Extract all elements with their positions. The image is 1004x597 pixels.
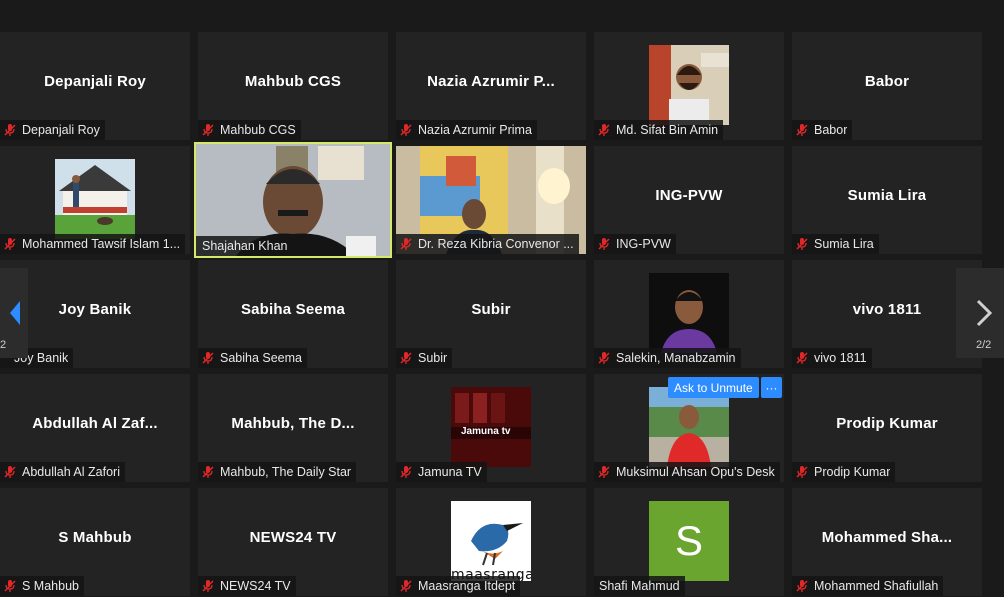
participant-name-label: S Mahbub <box>0 576 84 596</box>
participant-name-label: Jamuna TV <box>396 462 487 482</box>
participant-name-label: Babor <box>792 120 853 140</box>
jamuna-tv-logo-text: Jamuna tv <box>461 426 511 437</box>
participant-tile-s-mahbub[interactable]: S Mahbub S Mahbub <box>0 488 190 596</box>
participant-tile-ing-pvw[interactable]: ING-PVW ING-PVW <box>594 146 784 254</box>
mic-muted-icon <box>598 124 610 136</box>
jamuna-tv-logo: Jamuna tv <box>451 387 531 467</box>
participant-photo <box>649 273 729 353</box>
participant-tile-reza-kibria[interactable]: Dr. Reza Kibria Convenor ... <box>396 146 586 254</box>
participant-tile-jamuna-tv[interactable]: Jamuna tv Jamuna TV <box>396 374 586 482</box>
participant-name-label: Nazia Azrumir Prima <box>396 120 537 140</box>
participant-name-label: Mahbub, The Daily Star <box>198 462 357 482</box>
participant-tile-shafi-mahmud[interactable]: S Shafi Mahmud <box>594 488 784 596</box>
participant-tile-salekin[interactable]: Salekin, Manabzamin <box>594 260 784 368</box>
mic-muted-icon <box>796 352 808 364</box>
top-bar <box>0 0 1004 30</box>
participant-name-label: NEWS24 TV <box>198 576 296 596</box>
maasranga-logo: maasranga <box>451 501 531 581</box>
participant-name-label: Depanjali Roy <box>0 120 105 140</box>
participant-name-label: Mohammed Shafiullah <box>792 576 944 596</box>
mic-muted-icon <box>400 238 412 250</box>
participant-tile-joy-banik[interactable]: Joy Banik Joy Banik <box>0 260 190 368</box>
mic-muted-icon <box>400 352 412 364</box>
participant-tile-maasranga[interactable]: maasranga Maasranga Itdept <box>396 488 586 596</box>
participant-photo <box>649 45 729 125</box>
participant-tile-mahbub-daily-star[interactable]: Mahbub, The D... Mahbub, The Daily Star <box>198 374 388 482</box>
participant-tile-vivo-1811[interactable]: vivo 1811 vivo 1811 <box>792 260 982 368</box>
participant-tile-mahbub-cgs[interactable]: Mahbub CGS Mahbub CGS <box>198 32 388 140</box>
more-options-button[interactable]: ··· <box>761 377 782 398</box>
participant-name-label: Shafi Mahmud <box>594 576 685 596</box>
participant-tile-babor[interactable]: Babor Babor <box>792 32 982 140</box>
mic-muted-icon <box>4 466 16 478</box>
mic-muted-icon <box>598 352 610 364</box>
participant-name-label: Mohammed Tawsif Islam 1... <box>0 234 186 254</box>
participant-name-label: Prodip Kumar <box>792 462 896 482</box>
avatar: S <box>649 501 729 581</box>
participant-tile-tawsif[interactable]: Mohammed Tawsif Islam 1... <box>0 146 190 254</box>
participant-tile-nazia[interactable]: Nazia Azrumir P... Nazia Azrumir Prima <box>396 32 586 140</box>
participant-name-label: Muksimul Ahsan Opu's Desk <box>594 462 780 482</box>
mic-muted-icon <box>400 580 412 592</box>
chevron-right-icon <box>976 299 993 327</box>
participant-tile-sifat[interactable]: Md. Sifat Bin Amin <box>594 32 784 140</box>
participant-tile-sabiha-seema[interactable]: Sabiha Seema Sabiha Seema <box>198 260 388 368</box>
participant-name-label: Sumia Lira <box>792 234 879 254</box>
ask-to-unmute-button[interactable]: Ask to Unmute <box>668 377 759 398</box>
participant-name-label: Subir <box>396 348 453 368</box>
mic-muted-icon <box>796 466 808 478</box>
mic-muted-icon <box>4 580 16 592</box>
mic-muted-icon <box>400 466 412 478</box>
participant-name-label: Shajahan Khan <box>196 236 293 256</box>
participant-name-label: Salekin, Manabzamin <box>594 348 741 368</box>
mic-muted-icon <box>598 238 610 250</box>
participant-name-label: ING-PVW <box>594 234 676 254</box>
mic-muted-icon <box>4 124 16 136</box>
chevron-left-icon <box>10 301 20 325</box>
participant-name-label: Sabiha Seema <box>198 348 308 368</box>
avatar-letter: S <box>674 517 703 564</box>
participant-tile-depanjali-roy[interactable]: Depanjali Roy Depanjali Roy <box>0 32 190 140</box>
mic-muted-icon <box>400 124 412 136</box>
participant-tile-shajahan-khan[interactable]: Shajahan Khan <box>194 142 392 258</box>
mic-muted-icon <box>796 580 808 592</box>
participant-tile-abdullah[interactable]: Abdullah Al Zaf... Abdullah Al Zafori <box>0 374 190 482</box>
mic-muted-icon <box>598 466 610 478</box>
page-indicator-left: 2 <box>0 339 7 351</box>
participant-name-label: Md. Sifat Bin Amin <box>594 120 724 140</box>
participant-photo <box>55 159 135 239</box>
participant-tile-news24-tv[interactable]: NEWS24 TV NEWS24 TV <box>198 488 388 596</box>
participant-name-label: Abdullah Al Zafori <box>0 462 125 482</box>
participant-tile-prodip-kumar[interactable]: Prodip Kumar Prodip Kumar <box>792 374 982 482</box>
mic-muted-icon <box>202 580 214 592</box>
mic-muted-icon <box>202 466 214 478</box>
page-indicator-right: 2/2 <box>976 339 992 351</box>
mic-muted-icon <box>4 238 16 250</box>
participant-tile-sumia-lira[interactable]: Sumia Lira Sumia Lira <box>792 146 982 254</box>
participant-name-label: vivo 1811 <box>792 348 872 368</box>
gallery-grid: Depanjali Roy Depanjali Roy Mahbub CGS M… <box>0 32 1004 597</box>
mic-muted-icon <box>202 124 214 136</box>
participant-name-label: Maasranga Itdept <box>396 576 521 596</box>
mic-muted-icon <box>796 124 808 136</box>
mic-muted-icon <box>796 238 808 250</box>
participant-name-label: Dr. Reza Kibria Convenor ... <box>396 234 579 254</box>
participant-name-label: Mahbub CGS <box>198 120 301 140</box>
participant-tile-mohammed-shafiullah[interactable]: Mohammed Sha... Mohammed Shafiullah <box>792 488 982 596</box>
participant-photo <box>649 387 729 467</box>
participant-tile-subir[interactable]: Subir Subir <box>396 260 586 368</box>
mic-muted-icon <box>202 352 214 364</box>
